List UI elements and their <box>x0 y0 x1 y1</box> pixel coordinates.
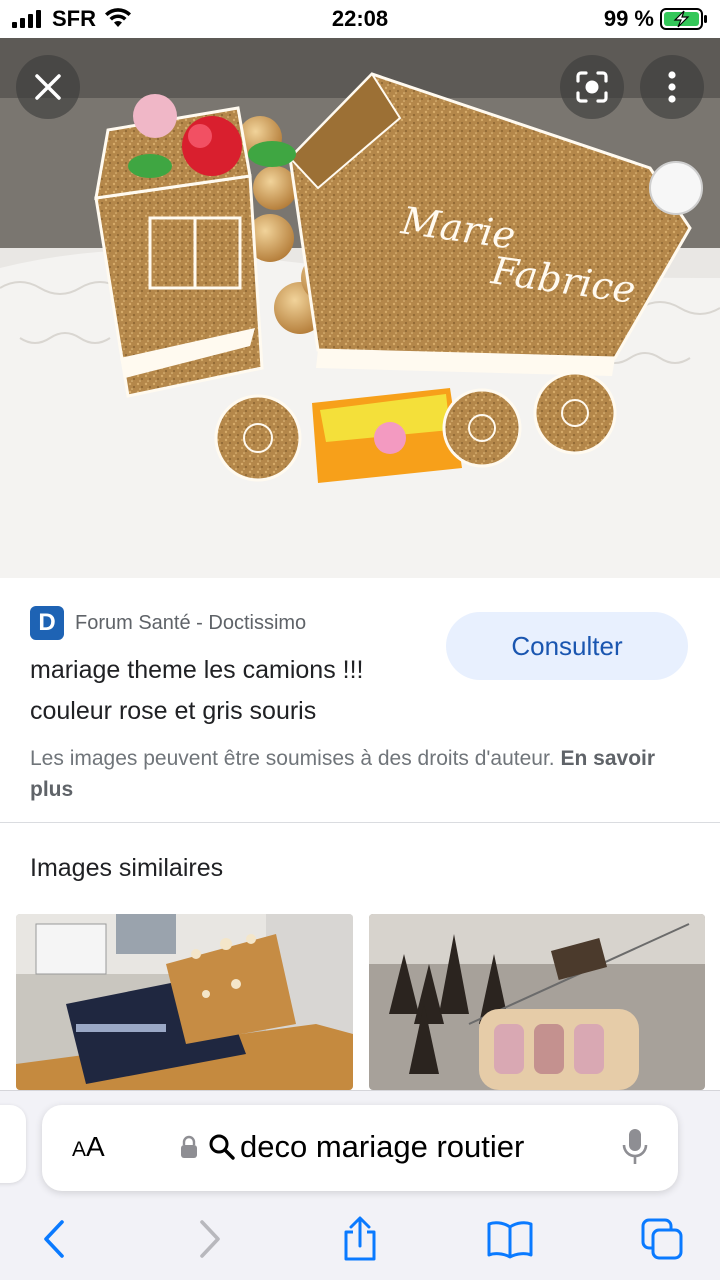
address-text[interactable]: deco mariage routier <box>240 1129 524 1165</box>
aa-large: A <box>86 1131 105 1162</box>
source-favicon: D <box>30 606 64 640</box>
bookmarks-button[interactable] <box>480 1209 540 1269</box>
battery-charging-icon <box>660 8 707 30</box>
microphone-icon[interactable] <box>622 1127 648 1167</box>
more-options-button[interactable] <box>640 55 704 119</box>
copyright-text: Les images peuvent être soumises à des d… <box>30 747 555 770</box>
share-button[interactable] <box>330 1209 390 1269</box>
aa-small: A <box>72 1138 87 1161</box>
navigation-bar <box>0 1209 720 1269</box>
forward-icon <box>200 1220 220 1258</box>
search-icon <box>209 1134 235 1160</box>
lock-icon <box>181 1135 197 1158</box>
address-bar[interactable]: AA deco mariage routier <box>42 1105 678 1191</box>
similar-image-thumbnail[interactable] <box>16 914 353 1090</box>
similar-image-2 <box>369 914 705 1090</box>
share-icon <box>344 1216 376 1261</box>
lens-icon <box>576 71 608 103</box>
bookmarks-icon <box>487 1221 533 1259</box>
previous-tab-card[interactable] <box>0 1105 26 1183</box>
source-row[interactable]: D Forum Santé - Doctissimo <box>30 606 306 640</box>
consult-button[interactable]: Consulter <box>446 612 688 680</box>
divider <box>0 822 720 823</box>
similar-image-thumbnail[interactable] <box>369 914 705 1090</box>
source-name[interactable]: Forum Santé - Doctissimo <box>75 612 306 635</box>
forward-button[interactable] <box>180 1209 240 1269</box>
browser-toolbar: AA deco mariage routier <box>0 1090 720 1280</box>
more-vert-icon <box>668 71 676 103</box>
status-bar: SFR 22:08 99 % <box>0 0 720 38</box>
similar-images-heading: Images similaires <box>30 854 224 882</box>
similar-image-1 <box>16 914 353 1090</box>
close-button[interactable] <box>16 55 80 119</box>
hero-image[interactable]: Marie Fabrice <box>0 38 720 578</box>
hero-photo: Marie Fabrice <box>0 38 720 578</box>
google-lens-button[interactable] <box>560 55 624 119</box>
copyright-notice: Les images peuvent être soumises à des d… <box>30 743 690 805</box>
tabs-icon <box>641 1218 683 1260</box>
close-icon <box>35 74 61 100</box>
result-title[interactable]: mariage theme les camions !!! couleur ro… <box>30 650 440 732</box>
back-icon <box>44 1220 64 1258</box>
battery-percent: 99 % <box>603 6 654 31</box>
tabs-button[interactable] <box>632 1209 692 1269</box>
back-button[interactable] <box>24 1209 84 1269</box>
page-settings-button[interactable]: AA <box>72 1131 105 1163</box>
